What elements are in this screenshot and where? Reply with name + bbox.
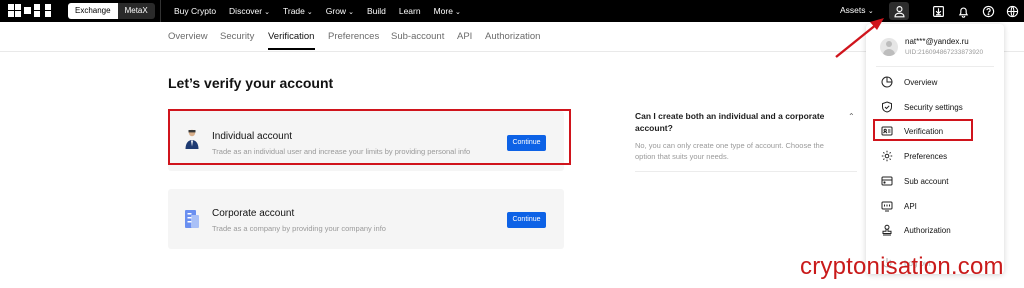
- divider: [635, 171, 857, 172]
- corporate-continue-button[interactable]: Continue: [507, 212, 546, 228]
- chevron-up-icon[interactable]: ⌃: [848, 112, 855, 121]
- page-title: Let’s verify your account: [168, 75, 334, 91]
- active-tab-indicator: [268, 48, 315, 50]
- corporate-account-description: Trade as a company by providing your com…: [212, 224, 386, 233]
- user-icon[interactable]: [891, 3, 907, 19]
- top-navigation-bar: Exchange MetaX Buy Crypto Discover ⌄ Trad…: [0, 0, 1024, 22]
- highlight-box-verification: [873, 119, 973, 141]
- globe-icon[interactable]: [1004, 3, 1020, 19]
- chevron-down-icon: ⌄: [306, 9, 313, 16]
- tab-security[interactable]: Security: [220, 31, 254, 42]
- building-icon: [182, 208, 202, 230]
- menu-item-preferences[interactable]: Preferences: [881, 149, 947, 163]
- menu-item-label: Overview: [904, 77, 938, 87]
- nav-trade[interactable]: Trade ⌄: [283, 6, 313, 16]
- download-icon[interactable]: [930, 3, 946, 19]
- menu-item-label: Authorization: [904, 225, 951, 235]
- main-nav: Buy Crypto Discover ⌄ Trade ⌄ Grow ⌄ Build …: [160, 0, 467, 22]
- menu-item-label: API: [904, 201, 917, 211]
- watermark: cryptonisation.com: [800, 253, 1004, 280]
- mode-switch[interactable]: Exchange MetaX: [68, 3, 155, 19]
- menu-item-api[interactable]: API: [881, 199, 917, 213]
- help-icon[interactable]: [980, 3, 996, 19]
- tab-overview[interactable]: Overview: [168, 31, 208, 42]
- menu-item-sub-account[interactable]: Sub account: [881, 174, 948, 188]
- tab-exchange[interactable]: Exchange: [68, 3, 118, 19]
- user-email: nat***@yandex.ru: [905, 37, 969, 46]
- nav-grow[interactable]: Grow ⌄: [326, 6, 354, 16]
- assets-menu[interactable]: Assets ⌄: [840, 5, 874, 15]
- tab-api[interactable]: API: [457, 31, 472, 42]
- nav-discover[interactable]: Discover ⌄: [229, 6, 270, 16]
- user-dropdown-menu: nat***@yandex.ru UID:216094867233873920 …: [866, 24, 1004, 274]
- api-icon: [881, 201, 893, 212]
- menu-item-label: Preferences: [904, 151, 948, 161]
- avatar: [880, 38, 898, 56]
- shield-icon: [882, 101, 892, 113]
- tab-verification[interactable]: Verification: [268, 31, 314, 42]
- chevron-down-icon: ⌄: [264, 9, 270, 16]
- faq-item[interactable]: Can I create both an individual and a co…: [635, 110, 855, 162]
- tab-preferences[interactable]: Preferences: [328, 31, 379, 42]
- menu-item-overview[interactable]: Overview: [881, 75, 937, 89]
- faq-question[interactable]: Can I create both an individual and a co…: [635, 110, 840, 134]
- corporate-account-title: Corporate account: [212, 208, 295, 219]
- sub-account-icon: [881, 176, 893, 186]
- tab-sub-account[interactable]: Sub-account: [391, 31, 444, 42]
- corporate-account-card[interactable]: Corporate account Trade as a company by …: [168, 189, 564, 249]
- bell-icon[interactable]: [955, 3, 971, 19]
- user-uid: UID:216094867233873920: [905, 49, 984, 56]
- menu-item-label: Sub account: [904, 176, 949, 186]
- nav-learn[interactable]: Learn: [399, 6, 421, 16]
- nav-buy-crypto[interactable]: Buy Crypto: [174, 6, 216, 16]
- gear-icon: [881, 150, 893, 162]
- faq-answer: No, you can only create one type of acco…: [635, 141, 824, 161]
- nav-build[interactable]: Build: [367, 6, 386, 16]
- divider: [876, 66, 994, 67]
- stamp-icon: [882, 224, 892, 236]
- menu-item-label: Security settings: [904, 102, 963, 112]
- tab-metax[interactable]: MetaX: [117, 3, 155, 19]
- chevron-down-icon: ⌄: [867, 8, 874, 15]
- okx-logo[interactable]: [8, 4, 54, 18]
- highlight-box-individual: [168, 109, 571, 165]
- chevron-down-icon: ⌄: [348, 9, 354, 16]
- nav-more[interactable]: More ⌄: [434, 6, 461, 16]
- tab-authorization[interactable]: Authorization: [485, 31, 540, 42]
- menu-item-authorization[interactable]: Authorization: [881, 223, 951, 237]
- menu-item-security-settings[interactable]: Security settings: [881, 100, 963, 114]
- chevron-down-icon: ⌄: [454, 9, 461, 16]
- pie-chart-icon: [881, 76, 893, 88]
